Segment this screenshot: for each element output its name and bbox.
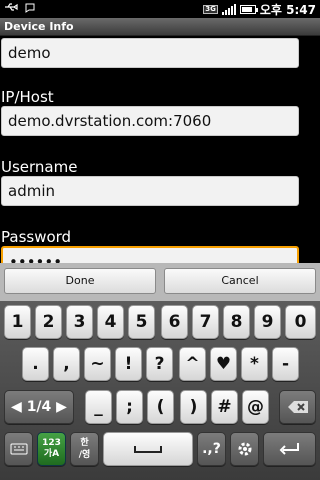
cancel-button[interactable]: Cancel bbox=[164, 268, 316, 294]
key-1[interactable]: 1 bbox=[4, 305, 31, 339]
partial-field[interactable]: demo bbox=[1, 38, 299, 68]
title-bar: Device Info bbox=[0, 18, 320, 36]
key-at[interactable]: @ bbox=[242, 390, 269, 424]
key-exclamation[interactable]: ! bbox=[115, 347, 142, 381]
space-icon bbox=[133, 439, 163, 459]
key-comma[interactable]: , bbox=[53, 347, 80, 381]
key-open-paren[interactable]: ( bbox=[147, 390, 174, 424]
soft-keyboard: 1 2 3 4 5 6 7 8 9 0 . , ~ ! ? ^ ♥ * - ◀ … bbox=[0, 301, 320, 480]
screen: 3G 오후 5:47 Device Info demo IP/Host demo… bbox=[0, 0, 320, 480]
keyboard-switch-key[interactable] bbox=[4, 432, 33, 466]
network-badge: 3G bbox=[203, 5, 218, 14]
backspace-icon bbox=[287, 397, 309, 417]
key-asterisk[interactable]: * bbox=[241, 347, 268, 381]
ip-host-label: IP/Host bbox=[1, 88, 54, 106]
gear-icon bbox=[236, 439, 254, 459]
keyboard-icon bbox=[10, 439, 28, 459]
key-tilde[interactable]: ~ bbox=[84, 347, 111, 381]
page-right-arrow-icon: ▶ bbox=[56, 399, 67, 415]
key-0[interactable]: 0 bbox=[285, 305, 316, 339]
page-indicator: 1/4 bbox=[26, 399, 52, 415]
key-period[interactable]: . bbox=[22, 347, 49, 381]
key-6[interactable]: 6 bbox=[161, 305, 188, 339]
page-switch-key[interactable]: ◀ 1/4 ▶ bbox=[4, 390, 74, 424]
key-close-paren[interactable]: ) bbox=[180, 390, 207, 424]
page-title: Device Info bbox=[4, 20, 74, 33]
done-button[interactable]: Done bbox=[4, 268, 156, 294]
settings-key[interactable] bbox=[230, 432, 259, 466]
key-8[interactable]: 8 bbox=[223, 305, 250, 339]
key-7[interactable]: 7 bbox=[192, 305, 219, 339]
notification-icon bbox=[24, 2, 36, 17]
key-9[interactable]: 9 bbox=[254, 305, 281, 339]
key-question[interactable]: ? bbox=[146, 347, 173, 381]
username-input[interactable]: admin bbox=[1, 176, 299, 206]
dialog-button-bar: Done Cancel bbox=[0, 263, 320, 301]
password-label: Password bbox=[1, 228, 72, 246]
key-heart[interactable]: ♥ bbox=[210, 347, 237, 381]
punct-key[interactable]: .,? bbox=[197, 432, 226, 466]
lang-key[interactable]: 한 /영 bbox=[70, 432, 99, 466]
status-bar: 3G 오후 5:47 bbox=[0, 0, 320, 18]
key-3[interactable]: 3 bbox=[66, 305, 93, 339]
status-time: 오후 5:47 bbox=[259, 3, 316, 17]
key-hash[interactable]: # bbox=[211, 390, 238, 424]
device-form: demo IP/Host demo.dvrstation.com:7060 Us… bbox=[0, 36, 320, 263]
signal-icon bbox=[221, 4, 236, 15]
key-4[interactable]: 4 bbox=[97, 305, 124, 339]
backspace-key[interactable] bbox=[279, 390, 316, 424]
enter-key[interactable] bbox=[263, 432, 316, 466]
enter-icon bbox=[279, 439, 301, 459]
username-label: Username bbox=[1, 158, 78, 176]
space-key[interactable] bbox=[103, 432, 193, 466]
key-5[interactable]: 5 bbox=[128, 305, 155, 339]
key-2[interactable]: 2 bbox=[35, 305, 62, 339]
ip-host-input[interactable]: demo.dvrstation.com:7060 bbox=[1, 106, 299, 136]
usb-icon bbox=[4, 2, 18, 17]
key-semicolon[interactable]: ; bbox=[116, 390, 143, 424]
page-left-arrow-icon: ◀ bbox=[11, 399, 22, 415]
key-hyphen[interactable]: - bbox=[272, 347, 299, 381]
key-underscore[interactable]: _ bbox=[85, 390, 112, 424]
battery-icon bbox=[239, 5, 258, 14]
key-caret[interactable]: ^ bbox=[179, 347, 206, 381]
mode-key[interactable]: 123 가A bbox=[37, 432, 66, 466]
password-input[interactable]: •••••• bbox=[1, 246, 299, 263]
